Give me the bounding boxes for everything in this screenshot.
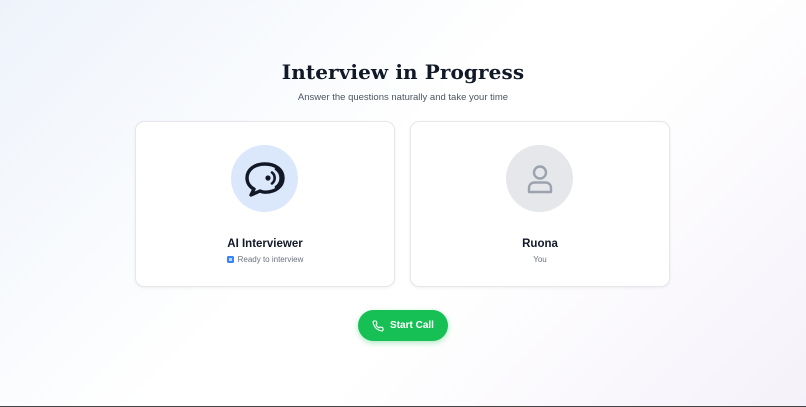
start-call-label: Start Call xyxy=(390,320,434,331)
user-role-text: You xyxy=(533,255,547,264)
ai-avatar xyxy=(231,145,298,212)
status-indicator-icon xyxy=(226,256,234,263)
ai-interviewer-status-text: Ready to interview xyxy=(237,255,304,264)
page-subtitle: Answer the questions naturally and take … xyxy=(297,92,509,103)
phone-icon xyxy=(372,319,384,331)
ai-interviewer-name: AI Interviewer xyxy=(227,238,303,250)
user-role: You xyxy=(411,255,669,264)
ai-interviewer-card: AI Interviewer Ready to interview xyxy=(135,121,395,287)
chat-bubble-icon xyxy=(244,161,285,197)
user-name: Ruona xyxy=(522,238,558,250)
page-title: Interview in Progress xyxy=(281,60,525,84)
ai-interviewer-status: Ready to interview xyxy=(136,255,394,264)
user-card: Ruona You xyxy=(410,121,670,287)
start-call-button[interactable]: Start Call xyxy=(358,310,448,341)
user-avatar xyxy=(506,145,573,212)
user-icon xyxy=(527,164,552,193)
